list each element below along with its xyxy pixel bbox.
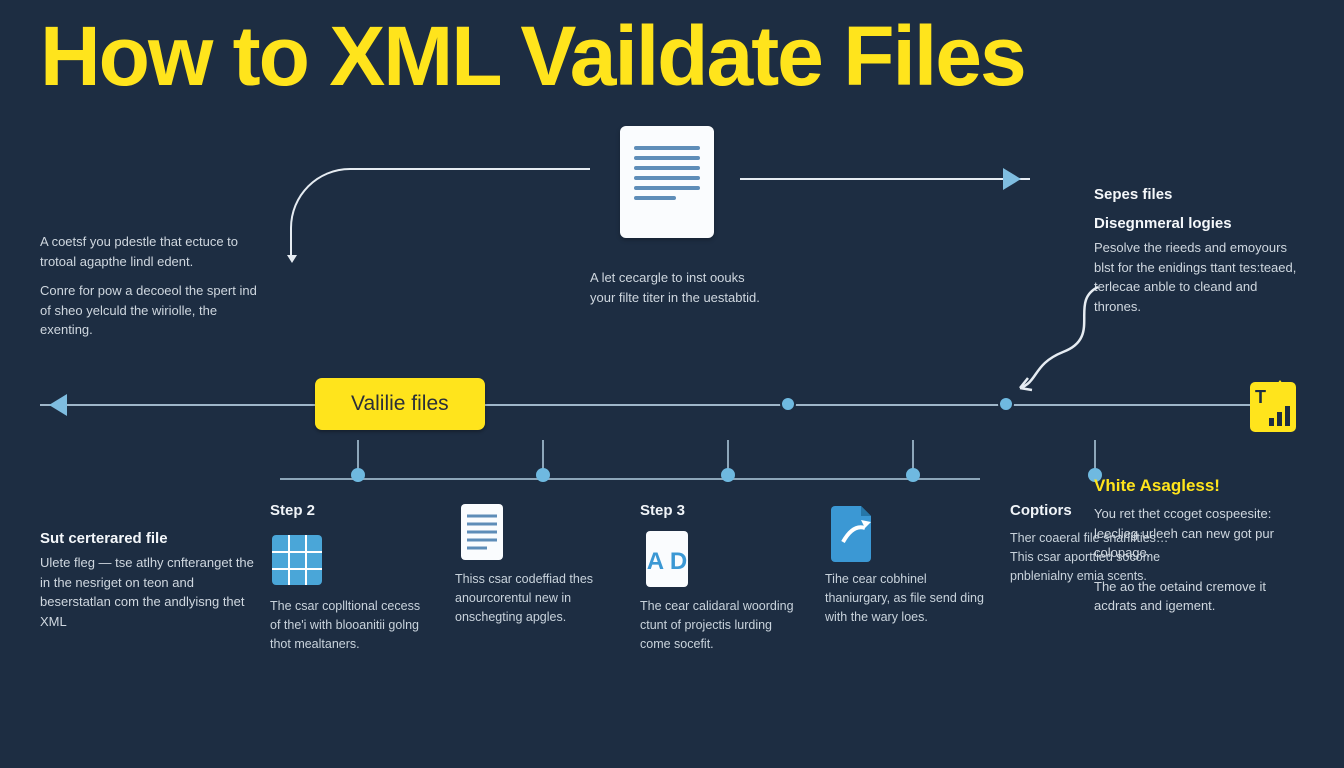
file-arrow-icon (825, 502, 879, 562)
step-2: Step 2 The csar coplltional cecess of th… (270, 440, 445, 653)
end-badge-letter: T (1255, 387, 1266, 408)
bottom-left-body: Ulete fleg — tse atlhy cnfteranget the i… (40, 553, 255, 631)
step-body: Thiss csar codeffiad thes anourcorentul … (455, 570, 615, 626)
timeline (40, 404, 1294, 406)
intro-p1: A coetsf you pdestle that ectuce to trot… (40, 232, 270, 271)
intro-left-block: A coetsf you pdestle that ectuce to trot… (40, 232, 270, 350)
right-bottom-p2: The ao the oetaind cremove it acdrats an… (1094, 577, 1304, 616)
bottom-left-heading: Sut certerared file (40, 530, 255, 547)
step-doc: Thiss csar codeffiad thes anourcorentul … (455, 440, 630, 653)
disegn-body: Pesolve the rieeds and emoyours blst for… (1094, 238, 1304, 316)
right-bottom-p1: You ret thet ccoget cospeesite: leeclieg… (1094, 504, 1304, 563)
step-body: Tihe cear cobhinel thaniurgary, as file … (825, 570, 985, 626)
ad-document-icon: A D (640, 529, 694, 589)
step-title: Step 3 (640, 502, 815, 519)
arrow-right (740, 178, 1030, 180)
right-top-block: Sepes files Disegnmeral logies Pesolve t… (1094, 186, 1304, 316)
timeline-dot (998, 396, 1014, 412)
svg-text:A D: A D (647, 548, 687, 575)
step-body: The cear calidaral woording ctunt of pro… (640, 597, 800, 653)
vhite-heading: Vhite Asagless! (1094, 476, 1304, 496)
squiggle-connector (1008, 282, 1108, 392)
right-bottom-block: Vhite Asagless! You ret thet ccoget cosp… (1094, 476, 1304, 616)
steps-row: Step 2 The csar coplltional cecess of th… (270, 440, 1180, 653)
grid-icon (270, 529, 324, 589)
step-export: Tihe cear cobhinel thaniurgary, as file … (825, 440, 1000, 653)
step-3: Step 3 A D The cear calidaral woording c… (640, 440, 815, 653)
main-title: How to XML Vaildate Files (40, 14, 1025, 98)
end-badge-icon: T (1250, 382, 1296, 432)
document-caption: A let cecargle to inst oouks your filte … (590, 268, 770, 307)
document-lines-icon (455, 502, 509, 562)
document-icon (620, 126, 714, 238)
bottom-left-block: Sut certerared file Ulete fleg — tse atl… (40, 530, 255, 631)
intro-p2: Conre for pow a decoeol the spert ind of… (40, 281, 270, 340)
step-title: Step 2 (270, 502, 445, 519)
disegn-heading: Disegnmeral logies (1094, 215, 1304, 232)
sepes-heading: Sepes files (1094, 186, 1304, 203)
step-body: The csar coplltional cecess of the'i wit… (270, 597, 430, 653)
validate-files-pill: Valilie files (315, 378, 485, 430)
connector-curve-left (290, 168, 590, 258)
timeline-dot (780, 396, 796, 412)
